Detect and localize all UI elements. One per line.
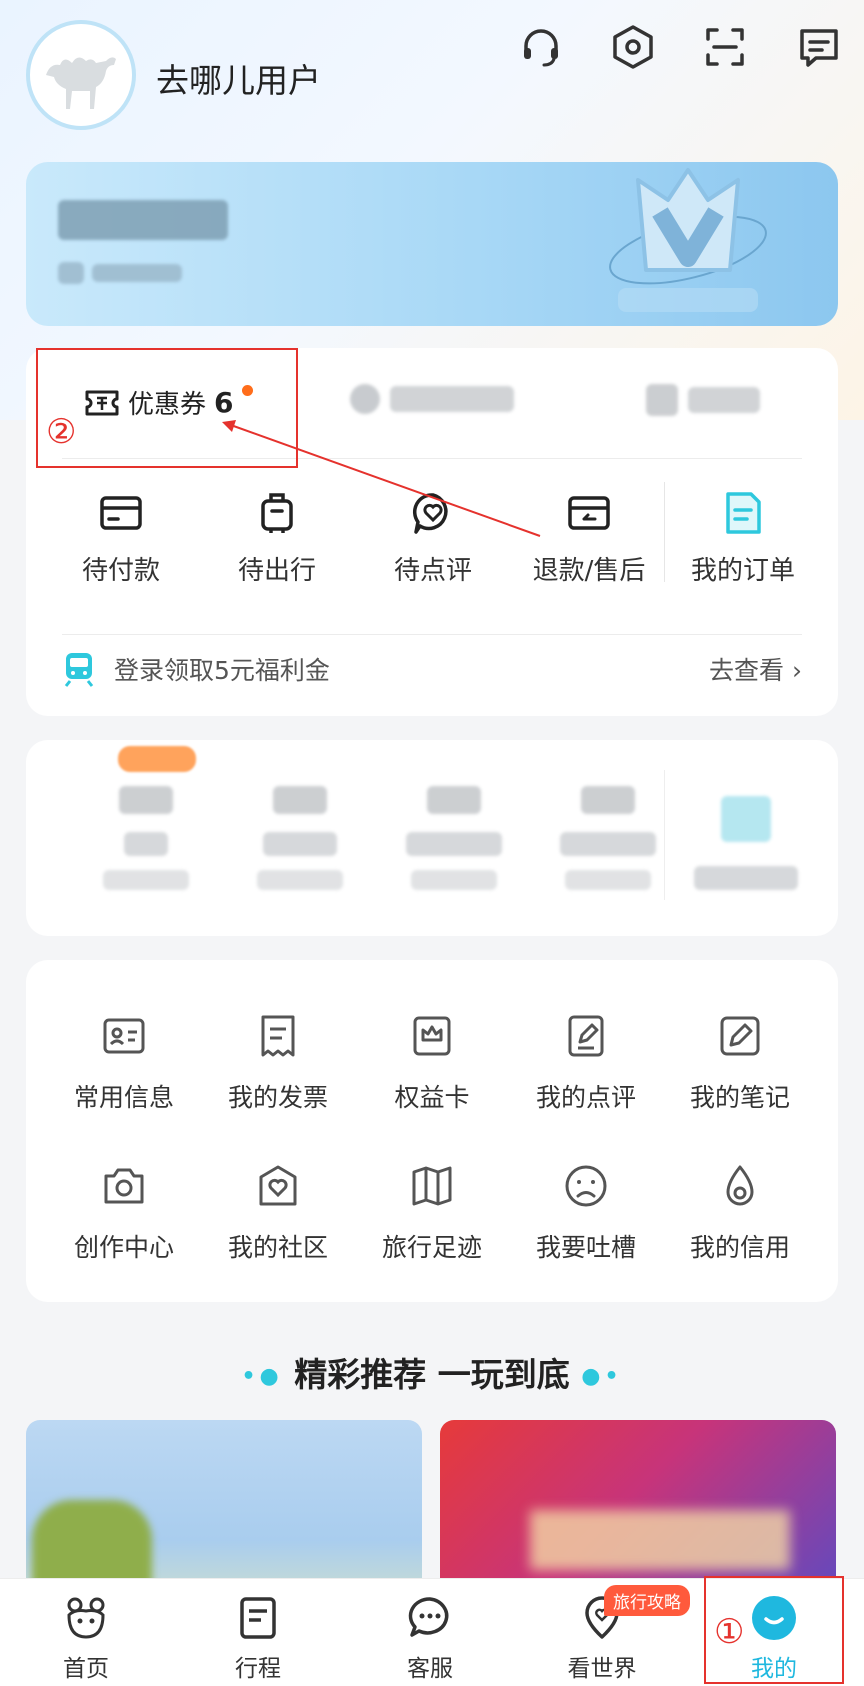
points-entry-blurred[interactable] (350, 384, 514, 414)
tool-label: 旅行足迹 (381, 1233, 482, 1262)
tool-benefit-card[interactable]: 权益卡 (356, 1012, 508, 1114)
tool-travel-footprint[interactable]: 旅行足迹 (356, 1162, 508, 1264)
annotation-number-2: ② (46, 412, 77, 452)
promo-link[interactable]: 去查看 › (709, 651, 802, 687)
tool-label: 我的点评 (535, 1083, 636, 1112)
tool-label: 我的社区 (227, 1233, 328, 1262)
tool-label: 我的发票 (227, 1083, 328, 1112)
order-refund[interactable]: 退款/售后 (514, 466, 664, 587)
refund-icon (568, 496, 610, 530)
wallet-entry-blurred[interactable] (646, 384, 760, 416)
map-icon (412, 1166, 452, 1206)
tool-label: 我要吐槽 (535, 1233, 636, 1262)
stat-item[interactable] (240, 740, 360, 890)
vip-crown-icon (609, 168, 767, 312)
community-heart-icon (259, 1165, 297, 1206)
tool-creator-center[interactable]: 创作中心 (48, 1162, 200, 1264)
recommend-title-text: 精彩推荐 一玩到底 (294, 1355, 570, 1394)
pen-note-icon (720, 1016, 760, 1056)
home-camel-icon (67, 1597, 105, 1639)
recommend-title: •● 精彩推荐 一玩到底 ●• (0, 1348, 864, 1396)
membership-card[interactable] (26, 162, 838, 326)
tools-card: 常用信息 我的发票 权益卡 我的点评 我的笔记 创作中心 我的社区 旅行足迹 我… (26, 960, 838, 1302)
wallet-card-icon (100, 496, 142, 530)
review-heart-icon (412, 493, 448, 534)
tool-my-credit[interactable]: 我的信用 (664, 1162, 816, 1264)
order-label: 我的订单 (690, 556, 795, 586)
order-label: 待出行 (237, 556, 316, 586)
member-level-text-blurred (58, 200, 228, 240)
stats-divider (664, 770, 665, 900)
luggage-icon (261, 493, 293, 533)
tool-label: 创作中心 (73, 1233, 174, 1262)
camel-avatar-icon (46, 57, 116, 109)
camera-icon (104, 1168, 144, 1204)
member-badge-blurred (58, 262, 84, 284)
annotation-number-1: ① (714, 1612, 745, 1652)
message-icon[interactable] (794, 22, 844, 72)
crown-card-icon (413, 1016, 451, 1056)
order-pending-review[interactable]: 待点评 (358, 466, 508, 587)
nav-explore-world[interactable]: 看世界 旅行攻略 (516, 1579, 690, 1686)
id-card-icon (103, 1018, 145, 1054)
profile-header: 去哪儿用户 (0, 0, 864, 150)
train-icon (64, 653, 94, 687)
tool-my-notes[interactable]: 我的笔记 (664, 1012, 816, 1114)
order-doc-icon (726, 492, 761, 534)
order-pending-trip[interactable]: 待出行 (202, 466, 352, 587)
order-divider (664, 482, 665, 582)
itinerary-icon (240, 1597, 276, 1639)
tool-common-info[interactable]: 常用信息 (48, 1012, 200, 1114)
username[interactable]: 去哪儿用户 (156, 54, 321, 102)
divider (62, 634, 802, 635)
chat-icon (408, 1597, 449, 1637)
nav-home[interactable]: 首页 (0, 1579, 172, 1686)
stat-item[interactable] (394, 740, 514, 890)
nav-label: 客服 (407, 1656, 453, 1682)
nav-label: 行程 (235, 1656, 281, 1682)
order-pending-payment[interactable]: 待付款 (46, 466, 196, 587)
stat-item-feature[interactable] (686, 740, 806, 890)
nav-label: 首页 (63, 1656, 109, 1682)
tool-feedback[interactable]: 我要吐槽 (510, 1162, 662, 1264)
stats-card-blurred (26, 740, 838, 936)
promo-banner[interactable]: 登录领取5元福利金 去查看 › (62, 644, 802, 694)
promo-text: 登录领取5元福利金 (114, 656, 330, 685)
sad-face-icon (565, 1165, 607, 1207)
order-label: 待点评 (393, 556, 472, 586)
order-status-row: 待付款 待出行 待点评 退款/售后 我的订单 (26, 466, 838, 606)
settings-hex-icon[interactable] (608, 22, 658, 72)
avatar[interactable] (26, 20, 136, 130)
tool-label: 权益卡 (394, 1083, 470, 1112)
tool-my-reviews[interactable]: 我的点评 (510, 1012, 662, 1114)
poster-text-blurred (530, 1510, 790, 1570)
nav-label: 看世界 (567, 1656, 637, 1682)
nav-itinerary[interactable]: 行程 (172, 1579, 344, 1686)
tool-label: 我的笔记 (689, 1083, 790, 1112)
headset-icon[interactable] (516, 22, 566, 72)
invoice-icon (261, 1015, 295, 1057)
order-label: 待付款 (81, 556, 160, 586)
tool-my-community[interactable]: 我的社区 (202, 1162, 354, 1264)
tool-label: 常用信息 (73, 1083, 174, 1112)
tool-label: 我的信用 (689, 1233, 790, 1262)
title-dots-right: ●• (581, 1364, 623, 1389)
title-dots-left: •● (241, 1364, 283, 1389)
order-label: 退款/售后 (532, 556, 646, 586)
scan-icon[interactable] (700, 22, 750, 72)
edit-review-icon (568, 1015, 604, 1057)
nav-customer-service[interactable]: 客服 (344, 1579, 516, 1686)
my-orders[interactable]: 我的订单 (668, 466, 818, 587)
stat-item[interactable] (86, 740, 206, 890)
tool-invoice[interactable]: 我的发票 (202, 1012, 354, 1114)
stat-item[interactable] (548, 740, 668, 890)
palm-tree-image (32, 1500, 152, 1590)
credit-drop-icon (726, 1165, 754, 1206)
member-subtext-blurred (92, 264, 182, 282)
travel-guide-badge: 旅行攻略 (604, 1585, 690, 1616)
